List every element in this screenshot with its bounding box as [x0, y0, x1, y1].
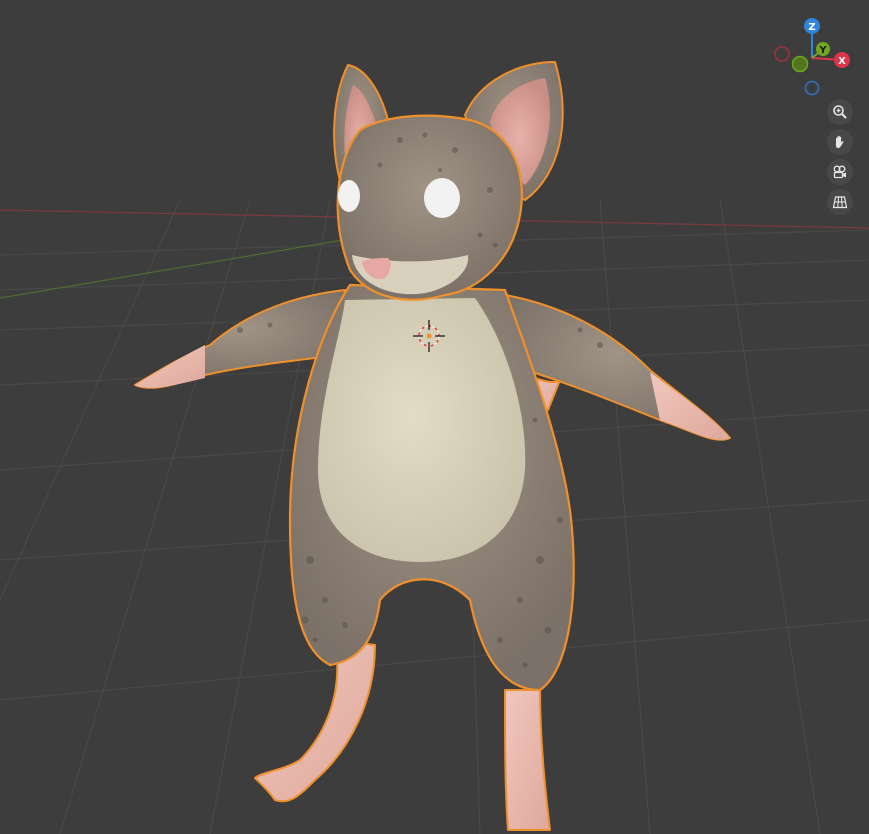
right-foot [504, 689, 551, 831]
gizmo-y-label: Y [818, 45, 827, 56]
magnifier-plus-icon [833, 105, 847, 119]
grid-icon [832, 196, 848, 209]
belly [318, 298, 526, 562]
gizmo-z-label: Z [808, 22, 815, 33]
left-foot [254, 639, 376, 803]
right-eye [424, 178, 460, 218]
gizmo-x-label: X [838, 56, 846, 67]
scene-canvas[interactable]: Z Y X [0, 0, 869, 834]
hand-icon [836, 135, 844, 148]
gizmo-neg-z [804, 80, 820, 96]
zoom-button[interactable] [827, 99, 853, 125]
gizmo-neg-y [791, 55, 809, 73]
gizmo-neg-x [774, 46, 790, 62]
3d-viewport[interactable]: Z Y X [0, 0, 869, 834]
left-eye [338, 180, 360, 212]
camera-icon [833, 165, 846, 179]
pan-button[interactable] [827, 129, 853, 155]
perspective-toggle-button[interactable] [827, 189, 853, 215]
navigation-gizmo[interactable]: Z Y X [774, 18, 850, 96]
camera-view-button[interactable] [827, 159, 853, 185]
